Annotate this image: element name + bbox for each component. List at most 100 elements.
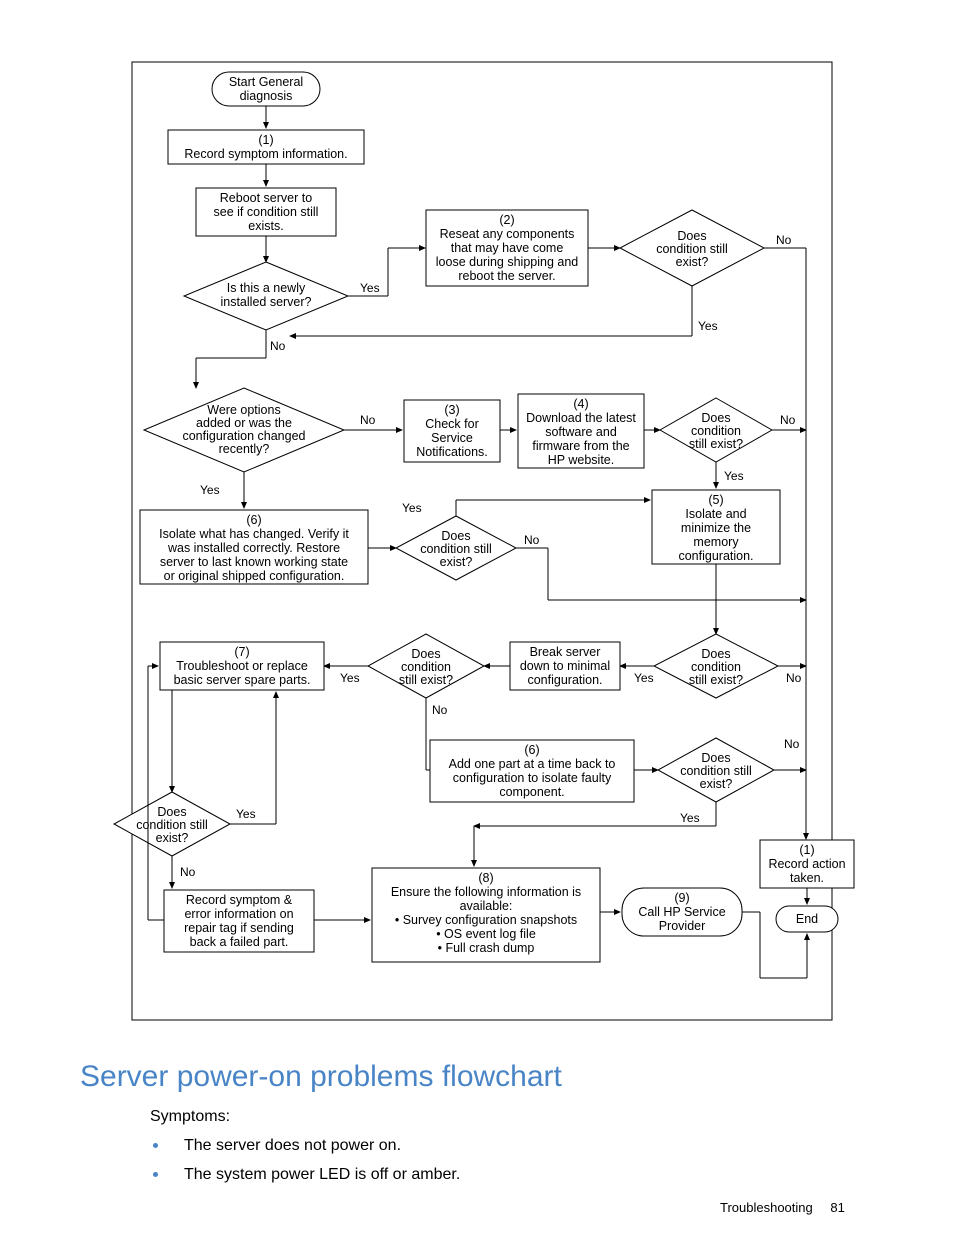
svg-text:still exist?: still exist? bbox=[689, 437, 743, 451]
node-break: Break server down to minimal configurati… bbox=[510, 642, 620, 690]
svg-text:exist?: exist? bbox=[700, 777, 733, 791]
svg-text:back a failed part.: back a failed part. bbox=[190, 935, 289, 949]
decision-cond6: Does condition still exist? bbox=[658, 738, 774, 802]
svg-text:(6): (6) bbox=[246, 513, 261, 527]
decision-cond5: Does condition still exist? bbox=[654, 634, 778, 698]
node-isolate-change: (6) Isolate what has changed. Verify it … bbox=[140, 510, 368, 584]
svg-text:Does: Does bbox=[677, 229, 706, 243]
svg-text:(6): (6) bbox=[524, 743, 539, 757]
decision-cond3: Does condition still exist? bbox=[396, 516, 516, 580]
node-troubleshoot: (7) Troubleshoot or replace basic server… bbox=[160, 642, 324, 690]
node-end: End bbox=[776, 906, 838, 932]
svg-text:Check for: Check for bbox=[425, 417, 479, 431]
svg-text:exist?: exist? bbox=[440, 555, 473, 569]
svg-text:available:: available: bbox=[460, 899, 513, 913]
svg-text:Add one part at a time back to: Add one part at a time back to bbox=[449, 757, 616, 771]
svg-text:Troubleshoot or replace: Troubleshoot or replace bbox=[176, 659, 308, 673]
svg-text:configuration.: configuration. bbox=[527, 673, 602, 687]
svg-text:condition still: condition still bbox=[680, 764, 752, 778]
svg-text:(5): (5) bbox=[708, 493, 723, 507]
decision-cond7: Does condition still exist? bbox=[114, 792, 230, 856]
decision-options: Were options added or was the configurat… bbox=[144, 388, 344, 472]
svg-text:Record action: Record action bbox=[768, 857, 845, 871]
svg-text:No: No bbox=[360, 413, 376, 427]
svg-text:condition still: condition still bbox=[420, 542, 492, 556]
svg-text:exist?: exist? bbox=[156, 831, 189, 845]
node-isolate-mem: (5) Isolate and minimize the memory conf… bbox=[652, 490, 780, 564]
svg-text:server to last known working s: server to last known working state bbox=[160, 555, 348, 569]
svg-text:Yes: Yes bbox=[724, 469, 744, 483]
svg-text:Yes: Yes bbox=[340, 671, 360, 685]
svg-text:(2): (2) bbox=[499, 213, 514, 227]
svg-text:software and: software and bbox=[545, 425, 617, 439]
svg-text:(4): (4) bbox=[573, 397, 588, 411]
svg-text:Call HP Service: Call HP Service bbox=[638, 905, 725, 919]
svg-text:Start General: Start General bbox=[229, 75, 303, 89]
svg-text:condition: condition bbox=[401, 660, 451, 674]
node-check-service: (3) Check for Service Notifications. bbox=[404, 400, 500, 462]
svg-text:Isolate what has changed. Veri: Isolate what has changed. Verify it bbox=[159, 527, 349, 541]
svg-text:error information on: error information on bbox=[184, 907, 293, 921]
svg-text:loose during shipping and: loose during shipping and bbox=[436, 255, 579, 269]
svg-text:Is this a newly: Is this a newly bbox=[227, 281, 306, 295]
svg-text:Yes: Yes bbox=[402, 501, 422, 515]
svg-text:No: No bbox=[780, 413, 796, 427]
svg-text:still exist?: still exist? bbox=[689, 673, 743, 687]
node-reboot: Reboot server to see if condition still … bbox=[196, 188, 336, 236]
node-call-hp: (9) Call HP Service Provider bbox=[622, 888, 742, 936]
svg-text:(1): (1) bbox=[799, 843, 814, 857]
footer-page-number: 81 bbox=[830, 1200, 844, 1215]
node-ensure-info: (8) Ensure the following information is … bbox=[372, 868, 600, 962]
node-record-symptom: (1) Record symptom information. bbox=[168, 130, 364, 164]
svg-text:Does: Does bbox=[157, 805, 186, 819]
svg-text:condition: condition bbox=[691, 424, 741, 438]
node-start: Start General diagnosis bbox=[212, 72, 320, 106]
svg-text:Does: Does bbox=[411, 647, 440, 661]
svg-text:Yes: Yes bbox=[634, 671, 654, 685]
svg-text:Download the latest: Download the latest bbox=[526, 411, 636, 425]
svg-text:down to minimal: down to minimal bbox=[520, 659, 610, 673]
svg-text:Yes: Yes bbox=[680, 811, 700, 825]
svg-text:No: No bbox=[784, 737, 800, 751]
svg-text:Record symptom information.: Record symptom information. bbox=[184, 147, 347, 161]
svg-text:HP website.: HP website. bbox=[548, 453, 614, 467]
page-footer: Troubleshooting 81 bbox=[720, 1200, 845, 1215]
section-heading: Server power-on problems flowchart bbox=[80, 1060, 562, 1094]
svg-text:memory: memory bbox=[693, 535, 739, 549]
svg-text:that may have come: that may have come bbox=[451, 241, 564, 255]
svg-text:reboot the server.: reboot the server. bbox=[458, 269, 555, 283]
svg-text:configuration.: configuration. bbox=[678, 549, 753, 563]
svg-text:Does: Does bbox=[701, 411, 730, 425]
flowchart-diagram: Start General diagnosis (1) Record sympt… bbox=[0, 0, 954, 1030]
svg-text:Record symptom &: Record symptom & bbox=[186, 893, 293, 907]
svg-text:(7): (7) bbox=[234, 645, 249, 659]
svg-text:Yes: Yes bbox=[236, 807, 256, 821]
svg-text:minimize the: minimize the bbox=[681, 521, 751, 535]
symptom-item: The server does not power on. bbox=[170, 1134, 460, 1155]
symptoms-label: Symptoms: bbox=[150, 1108, 230, 1125]
svg-text:Does: Does bbox=[701, 751, 730, 765]
svg-text:repair tag if sending: repair tag if sending bbox=[184, 921, 294, 935]
decision-cond1: Does condition still exist? bbox=[620, 210, 764, 286]
svg-text:• OS event log file: • OS event log file bbox=[436, 927, 536, 941]
svg-text:No: No bbox=[270, 339, 286, 353]
svg-text:condition still: condition still bbox=[656, 242, 728, 256]
svg-text:was installed correctly. Rest: was installed correctly. Restore bbox=[167, 541, 340, 555]
decision-cond2: Does condition still exist? bbox=[660, 398, 772, 462]
svg-text:installed server?: installed server? bbox=[220, 295, 311, 309]
svg-text:No: No bbox=[776, 233, 792, 247]
symptoms-block: Symptoms: The server does not power on. … bbox=[150, 1108, 460, 1192]
decision-cond4: Does condition still exist? bbox=[368, 634, 484, 698]
svg-text:diagnosis: diagnosis bbox=[240, 89, 293, 103]
svg-text:Reseat any components: Reseat any components bbox=[440, 227, 575, 241]
svg-text:No: No bbox=[180, 865, 196, 879]
svg-text:exist?: exist? bbox=[676, 255, 709, 269]
svg-text:Yes: Yes bbox=[200, 483, 220, 497]
svg-text:basic server spare parts.: basic server spare parts. bbox=[174, 673, 311, 687]
svg-text:No: No bbox=[432, 703, 448, 717]
svg-text:Ensure the following informati: Ensure the following information is bbox=[391, 885, 581, 899]
svg-text:Does: Does bbox=[701, 647, 730, 661]
node-download: (4) Download the latest software and fir… bbox=[518, 394, 644, 468]
node-record-error: Record symptom & error information on re… bbox=[164, 890, 314, 952]
svg-text:Isolate and: Isolate and bbox=[685, 507, 746, 521]
